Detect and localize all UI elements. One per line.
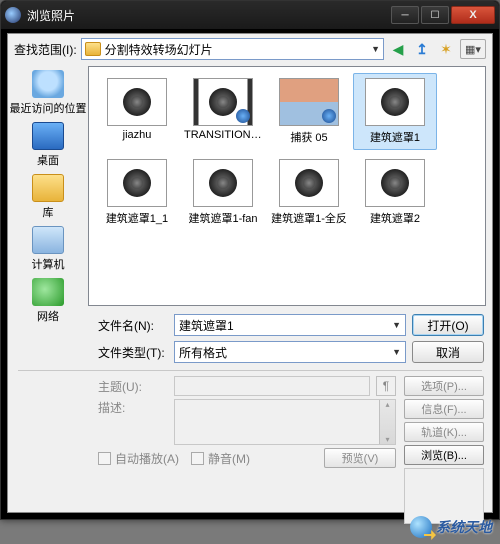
views-icon[interactable]: ▦▾ — [460, 39, 486, 59]
place-desktop[interactable]: 桌面 — [32, 120, 64, 170]
titlebar[interactable]: 浏览照片 ─ ☐ X — [1, 1, 499, 29]
file-item[interactable]: 建筑遮罩1-全反 — [267, 154, 351, 231]
track-button[interactable]: 轨道(K)... — [404, 422, 484, 442]
chevron-down-icon[interactable]: ▼ — [371, 44, 380, 54]
description-textarea: ▴▾ — [174, 399, 396, 445]
file-thumb-icon — [107, 159, 167, 207]
file-thumb-icon — [193, 159, 253, 207]
close-button[interactable]: X — [451, 6, 495, 24]
file-dialog-window: 浏览照片 ─ ☐ X 查找范围(I): 分割特效转场幻灯片 ▼ ◀ ↥ ✶ ▦▾… — [0, 0, 500, 520]
file-item[interactable]: 建筑遮罩2 — [353, 154, 437, 231]
mute-checkbox[interactable]: 静音(M) — [191, 450, 250, 467]
lookin-label: 查找范围(I): — [14, 41, 77, 58]
place-recent[interactable]: 最近访问的位置 — [10, 68, 87, 118]
play-overlay-icon — [236, 109, 250, 123]
client-area: 查找范围(I): 分割特效转场幻灯片 ▼ ◀ ↥ ✶ ▦▾ 最近访问的位置 桌面… — [7, 33, 493, 513]
file-list[interactable]: jiazhu TRANSITION 13 捕获 05 建筑遮罩1 建筑遮罩1_1 建筑遮罩… — [88, 66, 486, 306]
subject-label: 主题(U): — [98, 378, 168, 395]
rtl-toggle-icon[interactable]: ¶ — [376, 376, 396, 396]
filetype-label: 文件类型(T): — [98, 344, 168, 361]
place-computer[interactable]: 计算机 — [32, 224, 65, 274]
watermark: 系统天地 — [410, 516, 492, 538]
library-icon — [32, 174, 64, 202]
computer-icon — [32, 226, 64, 254]
file-name: 建筑遮罩2 — [356, 210, 434, 226]
toolbar: 查找范围(I): 分割特效转场幻灯片 ▼ ◀ ↥ ✶ ▦▾ — [8, 34, 492, 64]
autoplay-checkbox[interactable]: 自动播放(A) — [98, 450, 179, 467]
filetype-select[interactable]: 所有格式▼ — [174, 341, 406, 363]
place-network[interactable]: 网络 — [32, 276, 64, 326]
file-item[interactable]: 建筑遮罩1_1 — [95, 154, 179, 231]
path-combo[interactable]: 分割特效转场幻灯片 ▼ — [81, 38, 384, 60]
file-name: 建筑遮罩1-全反 — [270, 210, 348, 226]
file-item[interactable]: 建筑遮罩1-fan — [181, 154, 265, 231]
desktop-icon — [32, 122, 64, 150]
subject-input — [174, 376, 370, 396]
chevron-down-icon[interactable]: ▼ — [392, 347, 401, 357]
recent-icon — [32, 70, 64, 98]
maximize-button[interactable]: ☐ — [421, 6, 449, 24]
globe-icon — [410, 516, 432, 538]
places-bar: 最近访问的位置 桌面 库 计算机 网络 — [8, 64, 88, 308]
app-icon — [5, 7, 21, 23]
checkbox-icon — [98, 452, 111, 465]
file-name: jiazhu — [98, 129, 176, 141]
play-overlay-icon — [322, 109, 336, 123]
file-item[interactable]: 建筑遮罩1 — [353, 73, 437, 150]
open-button[interactable]: 打开(O) — [412, 314, 484, 336]
separator — [18, 370, 482, 371]
back-icon[interactable]: ◀ — [388, 39, 408, 59]
cancel-button[interactable]: 取消 — [412, 341, 484, 363]
minimize-button[interactable]: ─ — [391, 6, 419, 24]
window-title: 浏览照片 — [27, 7, 391, 24]
path-text: 分割特效转场幻灯片 — [105, 41, 367, 58]
file-thumb-icon — [365, 159, 425, 207]
chevron-down-icon[interactable]: ▼ — [392, 320, 401, 330]
filename-input[interactable]: 建筑遮罩1▼ — [174, 314, 406, 336]
file-thumb-icon — [279, 78, 339, 126]
file-thumb-icon — [107, 78, 167, 126]
file-name: TRANSITION 13 — [184, 129, 262, 141]
folder-icon — [85, 42, 101, 56]
checkbox-icon — [191, 452, 204, 465]
file-thumb-icon — [279, 159, 339, 207]
filename-label: 文件名(N): — [98, 317, 168, 334]
scrollbar: ▴▾ — [379, 400, 395, 444]
file-item[interactable]: jiazhu — [95, 73, 179, 150]
new-folder-icon[interactable]: ✶ — [436, 39, 456, 59]
options-button[interactable]: 选项(P)... — [404, 376, 484, 396]
file-thumb-icon — [193, 78, 253, 126]
file-item[interactable]: TRANSITION 13 — [181, 73, 265, 150]
file-name: 建筑遮罩1_1 — [98, 210, 176, 226]
file-item[interactable]: 捕获 05 — [267, 73, 351, 150]
file-thumb-icon — [365, 78, 425, 126]
file-name: 建筑遮罩1 — [356, 129, 434, 145]
up-one-level-icon[interactable]: ↥ — [412, 39, 432, 59]
browse-button[interactable]: 浏览(B)... — [404, 445, 484, 465]
file-name: 建筑遮罩1-fan — [184, 210, 262, 226]
preview-play-button[interactable]: 预览(V) — [324, 448, 396, 468]
place-library[interactable]: 库 — [32, 172, 64, 222]
file-name: 捕获 05 — [270, 129, 348, 145]
desc-label: 描述: — [98, 399, 168, 416]
info-button[interactable]: 信息(F)... — [404, 399, 484, 419]
network-icon — [32, 278, 64, 306]
